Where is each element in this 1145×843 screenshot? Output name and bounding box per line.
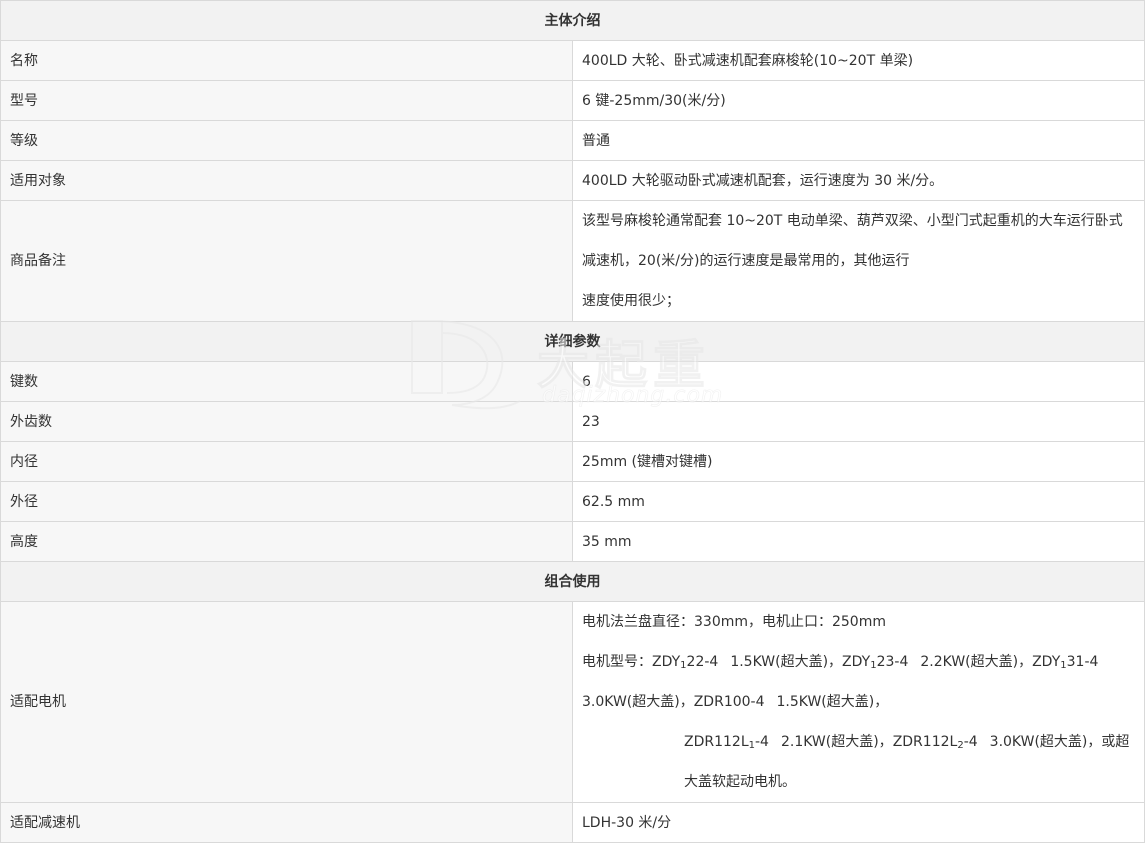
motor-model: 22-4 [686,654,719,670]
row-label: 高度 [0,521,573,562]
row-label: 商品备注 [0,200,573,322]
spec-row-reducer: 适配减速机 LDH-30 米/分 [0,802,1145,843]
motor-spec: 2.2KW(超大盖)， [920,654,1033,670]
row-value: 电机法兰盘直径：330mm，电机止口：250mm 电机型号：ZDY122-4 1.… [572,601,1145,803]
row-value: 400LD 大轮驱动卧式减速机配套，运行速度为 30 米/分。 [572,160,1145,201]
spec-row-inner: 内径 25mm (键槽对键槽) [0,441,1145,482]
motor-model: 31-4 [1066,654,1099,670]
spec-row-outer: 外径 62.5 mm [0,481,1145,522]
section-title: 主体介绍 [0,0,1145,41]
spec-row-model: 型号 6 键-25mm/30(米/分) [0,80,1145,121]
row-label: 内径 [0,441,573,482]
row-label: 键数 [0,361,573,402]
row-value: 25mm (键槽对键槽) [572,441,1145,482]
section-header-combo: 组合使用 [0,561,1145,602]
motor-line-1: 电机法兰盘直径：330mm，电机止口：250mm [582,614,886,630]
row-value: 23 [572,401,1145,442]
spec-row-remark: 商品备注 该型号麻梭轮通常配套 10~20T 电动单梁、葫芦双梁、小型门式起重机… [0,200,1145,322]
spec-row-motor: 适配电机 电机法兰盘直径：330mm，电机止口：250mm 电机型号：ZDY12… [0,601,1145,803]
motor-model: -4 [755,734,769,750]
row-label: 名称 [0,40,573,81]
motor-spec: 2.1KW(超大盖)， [780,734,893,750]
motor-model: ZDR100-4 [693,694,765,710]
row-label: 型号 [0,80,573,121]
motor-model: -4 [963,734,978,750]
product-spec-table: 主体介绍 名称 400LD 大轮、卧式减速机配套麻梭轮(10~20T 单梁) 型… [0,0,1145,843]
row-value: 62.5 mm [572,481,1145,522]
row-label: 适配电机 [0,601,573,803]
remark-line-1: 该型号麻梭轮通常配套 10~20T 电动单梁、葫芦双梁、小型门式起重机的大车运行… [582,213,1123,269]
section-header-intro: 主体介绍 [0,0,1145,41]
spec-row-keys: 键数 6 [0,361,1145,402]
row-value: 该型号麻梭轮通常配套 10~20T 电动单梁、葫芦双梁、小型门式起重机的大车运行… [572,200,1145,322]
motor-model: ZDY [652,654,681,670]
spec-row-height: 高度 35 mm [0,521,1145,562]
row-value: 普通 [572,120,1145,161]
row-value: 400LD 大轮、卧式减速机配套麻梭轮(10~20T 单梁) [572,40,1145,81]
row-label: 外齿数 [0,401,573,442]
row-value: 35 mm [572,521,1145,562]
motor-prefix: 电机型号： [582,654,652,670]
row-value: LDH-30 米/分 [572,802,1145,843]
motor-model: ZDY [842,654,871,670]
row-label: 适配减速机 [0,802,573,843]
motor-spec: 3.0KW(超大盖)， [582,694,694,710]
spec-row-grade: 等级 普通 [0,120,1145,161]
motor-model: ZDR112L [892,734,958,750]
remark-line-2: 速度使用很少； [582,293,680,309]
motor-model: ZDR112L [684,734,749,750]
spec-row-target: 适用对象 400LD 大轮驱动卧式减速机配套，运行速度为 30 米/分。 [0,160,1145,201]
section-title: 组合使用 [0,561,1145,602]
motor-model: ZDY [1032,654,1061,670]
motor-line-2: 电机型号：ZDY122-4 1.5KW(超大盖)，ZDY123-4 2.2KW(超大… [582,642,1135,722]
row-label: 等级 [0,120,573,161]
section-header-details: 详细参数 [0,321,1145,362]
row-value: 6 键-25mm/30(米/分) [572,80,1145,121]
spec-row-name: 名称 400LD 大轮、卧式减速机配套麻梭轮(10~20T 单梁) [0,40,1145,81]
row-label: 适用对象 [0,160,573,201]
row-label: 外径 [0,481,573,522]
section-title: 详细参数 [0,321,1145,362]
motor-spec: 1.5KW(超大盖)， [776,694,889,710]
motor-line-3: ZDR112L1-4 2.1KW(超大盖)，ZDR112L2-4 3.0KW(超大盖… [582,722,1135,802]
spec-row-teeth: 外齿数 23 [0,401,1145,442]
motor-spec: 1.5KW(超大盖)， [730,654,843,670]
row-value: 6 [572,361,1145,402]
motor-model: 23-4 [876,654,909,670]
